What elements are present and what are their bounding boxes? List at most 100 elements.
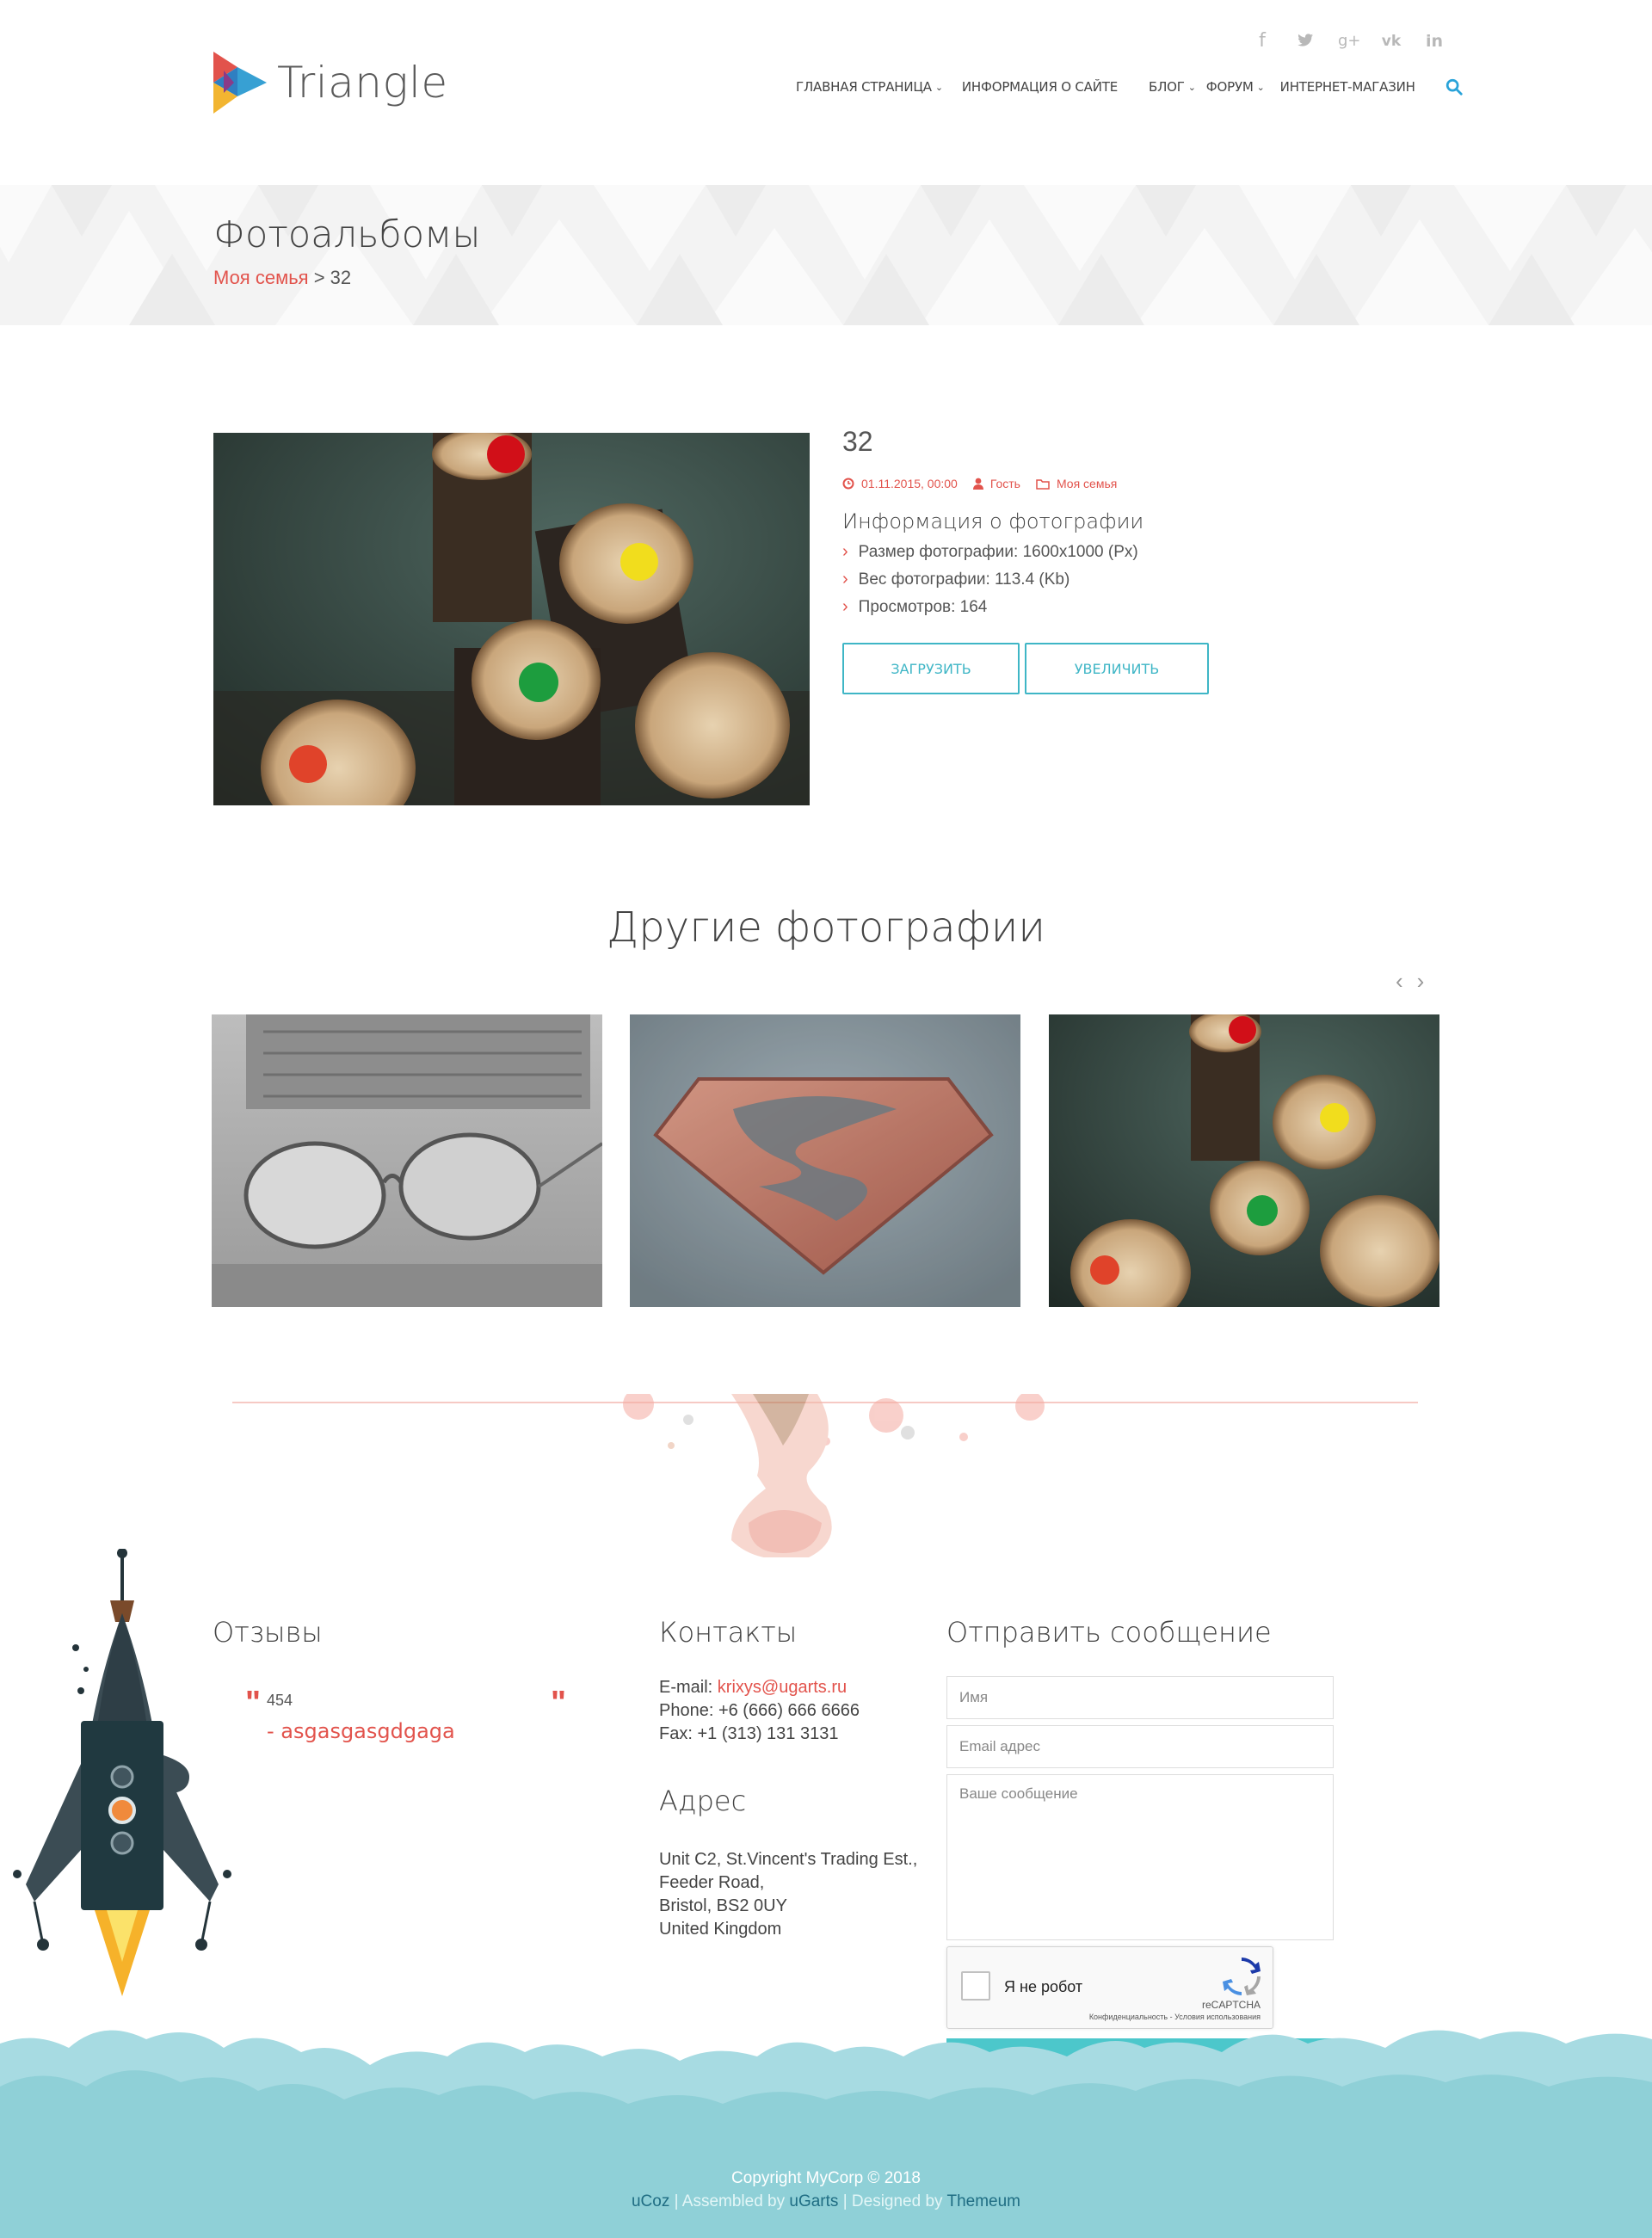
page-title-band: Фотоальбомы Моя семья > 32 <box>0 185 1652 325</box>
nav-item-about[interactable]: ИНФОРМАЦИЯ О САЙТЕ <box>962 79 1118 95</box>
thumbnail-glasses[interactable] <box>212 1014 602 1307</box>
photo-author[interactable]: Гость <box>972 477 1020 490</box>
nav-item-blog[interactable]: БЛОГ ⌄ <box>1149 79 1196 95</box>
pencils-image <box>213 433 810 805</box>
google-plus-icon[interactable]: g+ <box>1338 31 1361 52</box>
quote-open-icon: " <box>245 1685 262 1721</box>
photo-name: 32 <box>842 426 873 457</box>
address-line: Feeder Road, <box>659 1873 765 1892</box>
breadcrumb-album-link[interactable]: Моя семья <box>213 267 309 288</box>
other-photos-title: Другие фотографии <box>607 903 1045 952</box>
email-link[interactable]: krixys@ugarts.ru <box>718 1678 847 1697</box>
photo-album-text: Моя семья <box>1056 477 1118 490</box>
main-nav: ГЛАВНАЯ СТРАНИЦА ⌄ ИНФОРМАЦИЯ О САЙТЕ БЛО… <box>796 77 1464 96</box>
contacts-title: Контакты <box>659 1616 798 1649</box>
search-icon[interactable] <box>1445 77 1464 96</box>
carousel-controls: ‹ › <box>1396 968 1424 995</box>
breadcrumb: Моя семья > 32 <box>213 267 351 289</box>
address-line: Bristol, BS2 0UY <box>659 1896 787 1915</box>
rocket-illustration <box>13 1549 231 1996</box>
photo-size: Размер фотографии: 1600x1000 (Px) <box>858 542 1138 561</box>
recaptcha-label: Я не робот <box>1004 1978 1083 1995</box>
photo-author-text: Гость <box>989 477 1020 490</box>
page-title: Фотоальбомы <box>213 213 481 256</box>
twitter-icon[interactable] <box>1295 31 1316 52</box>
carousel-prev-icon[interactable]: ‹ <box>1396 968 1403 995</box>
download-button[interactable]: ЗАГРУЗИТЬ <box>842 643 1020 694</box>
message-field[interactable]: Ваше сообщение <box>946 1774 1334 1940</box>
folder-icon <box>1036 478 1050 490</box>
chevron-right-icon: › <box>842 570 848 589</box>
credit-separator: | Assembled by <box>669 2192 790 2210</box>
review-text: 454 <box>267 1692 293 1709</box>
social-links: f g+ vk in <box>1252 31 1445 52</box>
email-label: E-mail: <box>659 1678 718 1697</box>
email-field[interactable]: Email адрес <box>946 1725 1334 1768</box>
ucoz-link[interactable]: uCoz <box>632 2192 669 2210</box>
nav-item-home[interactable]: ГЛАВНАЯ СТРАНИЦА ⌄ <box>796 79 943 95</box>
nav-label: ФОРУМ <box>1205 79 1254 95</box>
clock-icon <box>842 478 854 490</box>
contacts-block: E-mail: krixys@ugarts.ru Phone: +6 (666)… <box>659 1676 860 1746</box>
photo-date-text: 01.11.2015, 00:00 <box>861 477 958 490</box>
copyright-text: Copyright MyCorp © 2018 <box>731 2169 921 2187</box>
photo-info-list: › Размер фотографии: 1600x1000 (Px) › Вес … <box>842 542 1359 617</box>
credits-line: uCoz | Assembled by uGarts | Designed by… <box>0 2190 1652 2213</box>
photo-info-title: Информация о фотографии <box>842 509 1144 533</box>
chevron-down-icon: ⌄ <box>1187 81 1196 93</box>
triangle-logo-icon <box>213 52 267 114</box>
facebook-icon[interactable]: f <box>1252 31 1273 52</box>
nav-label: БЛОГ <box>1149 79 1185 95</box>
nav-item-shop[interactable]: ИНТЕРНЕТ-МАГАЗИН <box>1280 79 1415 95</box>
breadcrumb-separator: > <box>308 267 330 288</box>
vk-icon[interactable]: vk <box>1381 31 1402 52</box>
photo-views: Просмотров: 164 <box>858 597 988 616</box>
phone-text: Phone: +6 (666) 666 6666 <box>659 1701 860 1720</box>
thumbnail-pencils[interactable] <box>1049 1014 1439 1307</box>
chevron-right-icon: › <box>842 597 848 616</box>
photo-details: 32 01.11.2015, 00:00 Гость Моя семья Инф… <box>842 426 1359 694</box>
reviews-title: Отзывы <box>213 1616 323 1649</box>
user-icon <box>972 478 983 490</box>
site-header: Triangle f g+ vk in ГЛАВНАЯ СТРАНИЦА ⌄ ИН… <box>0 0 1652 185</box>
copyright-block: Copyright MyCorp © 2018 uCoz | Assembled… <box>0 2167 1652 2213</box>
address-title: Адрес <box>659 1785 747 1817</box>
glasses-image <box>212 1014 602 1307</box>
list-item: › Размер фотографии: 1600x1000 (Px) <box>842 542 1359 562</box>
list-item: › Просмотров: 164 <box>842 597 1359 617</box>
recaptcha-checkbox[interactable] <box>961 1971 990 2001</box>
logo-text: Triangle <box>277 58 448 108</box>
credit-separator: | Designed by <box>838 2192 947 2210</box>
nav-label: ИНФОРМАЦИЯ О САЙТЕ <box>961 79 1119 95</box>
nav-label: ГЛАВНАЯ СТРАНИЦА <box>796 79 932 95</box>
zoom-button[interactable]: УВЕЛИЧИТЬ <box>1025 643 1209 694</box>
superman-logo-image <box>630 1014 1020 1307</box>
photo-actions: ЗАГРУЗИТЬ УВЕЛИЧИТЬ <box>842 643 1359 694</box>
nav-label: ИНТЕРНЕТ-МАГАЗИН <box>1279 79 1415 95</box>
chevron-down-icon: ⌄ <box>1256 81 1265 93</box>
main-photo-pencils[interactable] <box>213 433 810 805</box>
breadcrumb-current: 32 <box>330 267 352 288</box>
thumbnail-superman[interactable] <box>630 1014 1020 1307</box>
linkedin-icon[interactable]: in <box>1424 31 1445 52</box>
fax-text: Fax: +1 (313) 131 3131 <box>659 1724 839 1743</box>
recaptcha-icon <box>1223 1957 1261 1995</box>
list-item: › Вес фотографии: 113.4 (Kb) <box>842 570 1359 589</box>
photo-weight: Вес фотографии: 113.4 (Kb) <box>858 570 1070 589</box>
address-line: Unit C2, St.Vincent's Trading Est., <box>659 1850 918 1869</box>
photo-date: 01.11.2015, 00:00 <box>842 477 958 490</box>
chevron-down-icon: ⌄ <box>934 81 943 93</box>
contact-form-title: Отправить сообщение <box>946 1616 1272 1649</box>
quote-close-icon: " <box>551 1685 567 1721</box>
site-logo[interactable]: Triangle <box>212 50 448 115</box>
photo-meta: 01.11.2015, 00:00 Гость Моя семья <box>842 477 1359 490</box>
themeum-link[interactable]: Themeum <box>946 2192 1020 2210</box>
nav-item-forum[interactable]: ФОРУМ ⌄ <box>1206 79 1265 95</box>
name-field[interactable]: Имя <box>946 1676 1334 1719</box>
address-block: Unit C2, St.Vincent's Trading Est., Feed… <box>659 1848 917 1941</box>
hourglass-decoration <box>623 1394 1045 1557</box>
review-author: - asgasgasgdgaga <box>267 1719 455 1743</box>
photo-album[interactable]: Моя семья <box>1036 477 1117 490</box>
ugarts-link[interactable]: uGarts <box>789 2192 838 2210</box>
carousel-next-icon[interactable]: › <box>1417 968 1425 995</box>
